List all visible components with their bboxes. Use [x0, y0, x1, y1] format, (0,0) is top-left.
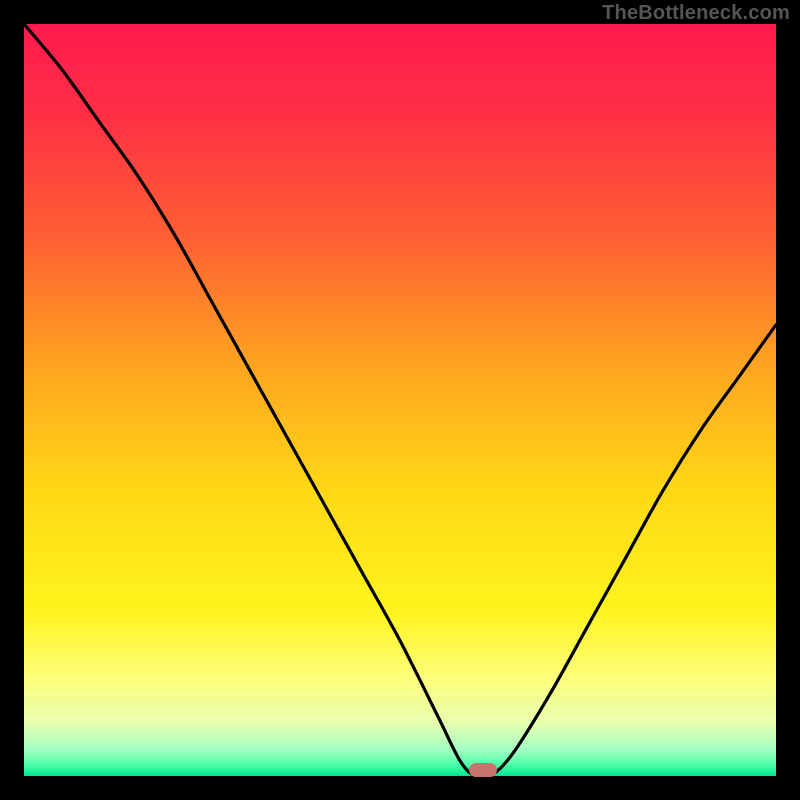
watermark-text: TheBottleneck.com [602, 2, 790, 25]
minimum-marker [469, 763, 497, 777]
chart-container: TheBottleneck.com [0, 0, 800, 800]
curve-layer [24, 24, 776, 776]
bottleneck-curve [24, 24, 776, 776]
plot-area [24, 24, 776, 776]
